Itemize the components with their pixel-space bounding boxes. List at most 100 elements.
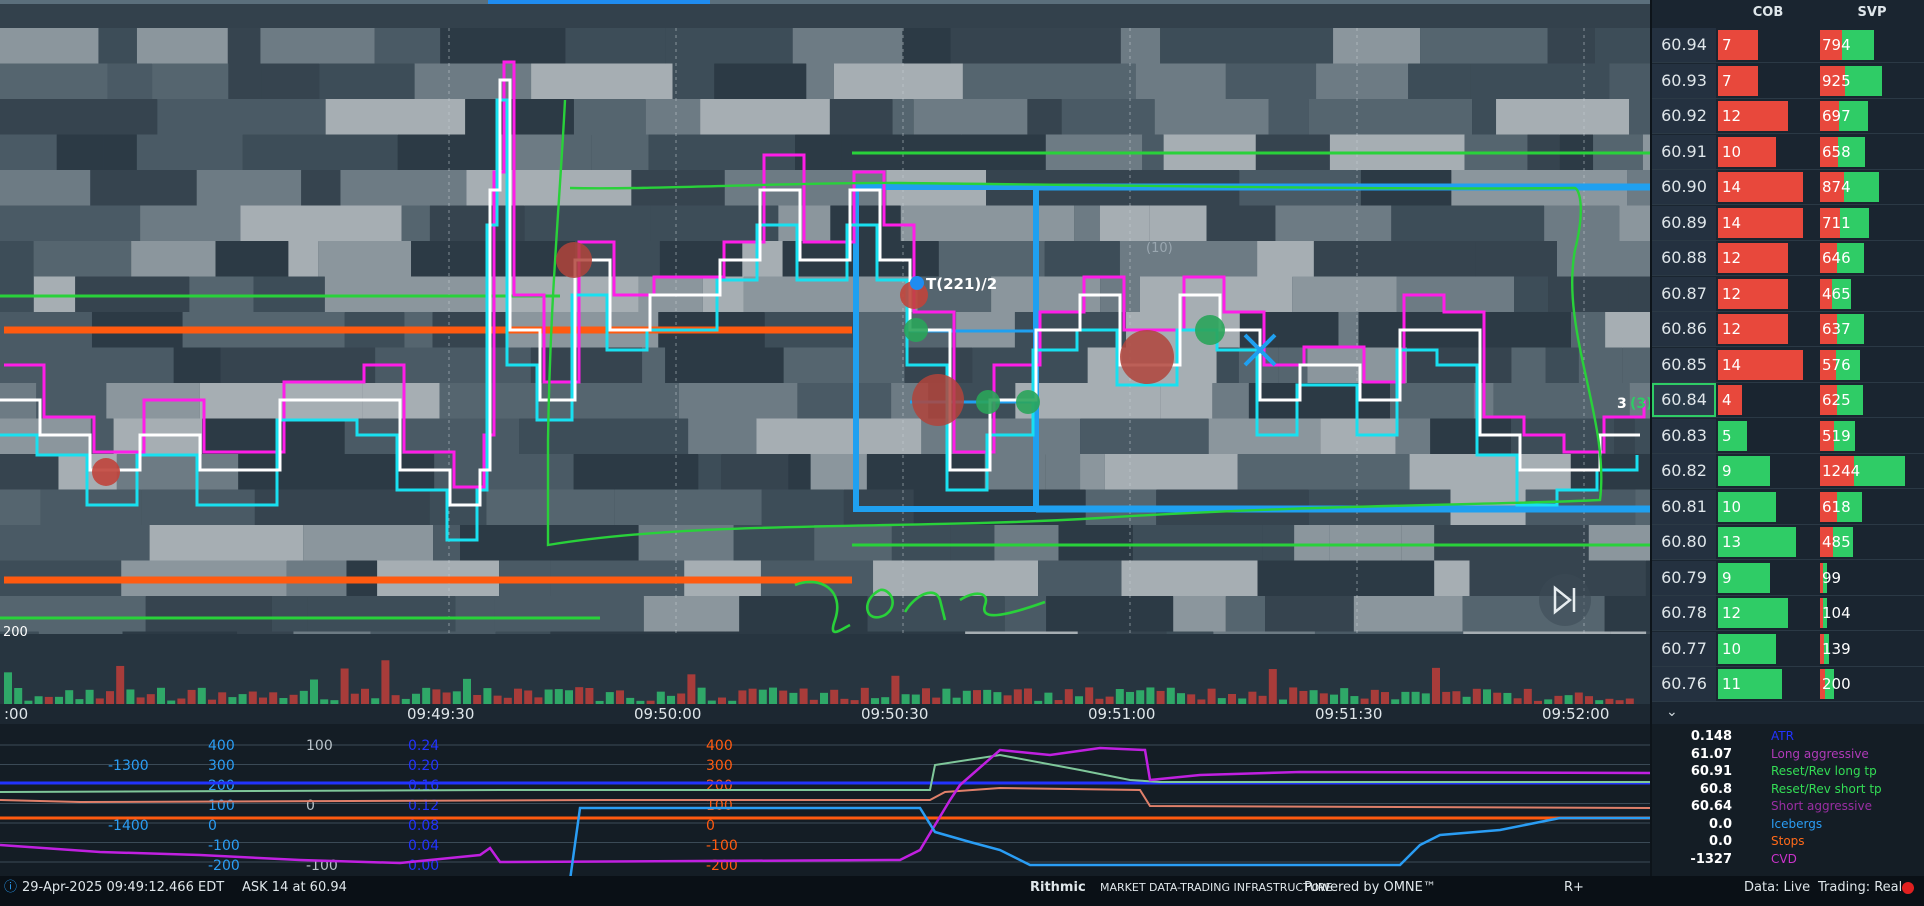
cob-cell[interactable]: 7 (1718, 28, 1818, 62)
volume-bar (248, 691, 257, 704)
rplus-label[interactable]: R+ (1564, 876, 1584, 900)
ladder-row[interactable]: 60.85 14 576 (1652, 347, 1924, 383)
cob-cell[interactable]: 10 (1718, 135, 1818, 169)
cob-cell[interactable]: 10 (1718, 632, 1818, 666)
heatmap-cell (1395, 418, 1431, 455)
cob-cell[interactable]: 9 (1718, 561, 1818, 595)
trade-bubble-sell[interactable] (912, 374, 964, 426)
cob-cell[interactable]: 12 (1718, 596, 1818, 630)
info-icon[interactable]: ⓘ (4, 876, 17, 900)
legend-row: 0.0 Icebergs (1652, 816, 1924, 833)
go-to-latest-button[interactable] (1539, 574, 1591, 626)
time-axis-label: 09:52:00 (1542, 705, 1609, 723)
cob-cell[interactable]: 11 (1718, 667, 1818, 701)
volume-bar (391, 695, 400, 704)
heatmap-chart[interactable]: zone T(221)/2 (10) 3 (3) 200 :0009:49:30… (0, 0, 1650, 906)
heatmap-cell (0, 28, 99, 64)
ladder-price[interactable]: 60.93 (1652, 63, 1716, 98)
heatmap-cell (1061, 99, 1155, 135)
heatmap-cell (873, 560, 1039, 597)
ladder-price[interactable]: 60.91 (1652, 134, 1716, 169)
trade-bubble-buy[interactable] (976, 390, 1000, 414)
cob-cell[interactable]: 5 (1718, 419, 1818, 453)
trade-bubble-sell[interactable] (1120, 330, 1174, 384)
ladder-row[interactable]: 60.81 10 618 (1652, 489, 1924, 525)
svp-value: 711 (1822, 213, 1851, 232)
ladder-price[interactable]: 60.78 (1652, 596, 1716, 630)
ladder-price[interactable]: 60.79 (1652, 560, 1716, 595)
ladder-row[interactable]: 60.76 11 200 (1652, 667, 1924, 702)
cob-cell[interactable]: 7 (1718, 64, 1818, 98)
ladder-price[interactable]: 60.81 (1652, 489, 1716, 524)
ladder-price[interactable]: 60.87 (1652, 276, 1716, 311)
cob-cell[interactable]: 12 (1718, 312, 1818, 346)
ladder-row[interactable]: 60.93 7 925 (1652, 63, 1924, 99)
indicator-axis-label: 0.04 (408, 838, 439, 854)
ladder-row[interactable]: 60.88 12 646 (1652, 241, 1924, 276)
cob-cell[interactable]: 12 (1718, 99, 1818, 133)
ladder-row[interactable]: 60.87 12 465 (1652, 276, 1924, 312)
ladder-price[interactable]: 60.85 (1652, 347, 1716, 382)
ladder-row[interactable]: 60.83 5 519 (1652, 418, 1924, 454)
scrollbar-thumb[interactable] (488, 0, 710, 4)
trade-bubble-buy[interactable] (1016, 390, 1040, 414)
heatmap-cell (0, 525, 150, 561)
collapse-chevron-icon[interactable]: ⌄ (1666, 704, 1678, 720)
ladder-row[interactable]: 60.86 12 637 (1652, 312, 1924, 347)
ladder-price[interactable]: 60.86 (1652, 312, 1716, 346)
cob-value: 10 (1722, 639, 1742, 658)
horizontal-scrollbar[interactable] (0, 0, 1650, 4)
volume-bar (677, 693, 686, 704)
ladder-row[interactable]: 60.92 12 697 (1652, 99, 1924, 134)
ladder-row[interactable]: 60.94 7 794 (1652, 28, 1924, 63)
cob-cell[interactable]: 9 (1718, 454, 1818, 488)
cob-cell[interactable]: 14 (1718, 170, 1818, 204)
heatmap-cell (103, 134, 137, 171)
ladder-row[interactable]: 60.77 10 139 (1652, 631, 1924, 667)
svp-value: 99 (1822, 568, 1842, 587)
ladder-price[interactable]: 60.94 (1652, 28, 1716, 62)
ladder-row[interactable]: 60.84 4 625 (1652, 383, 1924, 418)
cob-cell[interactable]: 10 (1718, 490, 1818, 524)
trade-bubble-sell[interactable] (92, 458, 120, 486)
ladder-price[interactable]: 60.84 (1652, 383, 1716, 417)
cob-cell[interactable]: 4 (1718, 383, 1818, 417)
trade-marker-icon[interactable] (910, 276, 924, 290)
ladder-price[interactable]: 60.88 (1652, 241, 1716, 275)
ladder-price[interactable]: 60.80 (1652, 525, 1716, 559)
svp-cell: 625 (1820, 383, 1924, 417)
ladder-price[interactable]: 60.76 (1652, 667, 1716, 701)
volume-bar (177, 698, 186, 704)
cob-cell[interactable]: 12 (1718, 241, 1818, 275)
indicator-axis-label: 0 (208, 818, 217, 834)
ladder-row[interactable]: 60.90 14 874 (1652, 170, 1924, 205)
ladder-row[interactable]: 60.80 13 485 (1652, 525, 1924, 560)
cob-cell[interactable]: 13 (1718, 525, 1818, 559)
svp-value: 618 (1822, 497, 1851, 516)
trade-bubble-buy[interactable] (1195, 315, 1225, 345)
ladder-row[interactable]: 60.79 9 99 (1652, 560, 1924, 596)
ladder-price[interactable]: 60.82 (1652, 454, 1716, 488)
ladder-row[interactable]: 60.89 14 711 (1652, 205, 1924, 241)
ladder-price[interactable]: 60.92 (1652, 99, 1716, 133)
cob-cell[interactable]: 14 (1718, 206, 1818, 240)
legend-row: -1327 CVD (1652, 851, 1924, 868)
volume-bar (820, 692, 828, 704)
timestamp-label: 29-Apr-2025 09:49:12.466 EDT (22, 880, 225, 895)
ladder-price[interactable]: 60.77 (1652, 631, 1716, 666)
svp-cell: 874 (1820, 170, 1924, 204)
trade-bubble-sell[interactable] (556, 242, 592, 278)
volume-bar (626, 697, 635, 704)
ladder-row[interactable]: 60.78 12 104 (1652, 596, 1924, 631)
ladder-price[interactable]: 60.90 (1652, 170, 1716, 204)
ladder-row[interactable]: 60.91 10 658 (1652, 134, 1924, 170)
trade-bubble-buy[interactable] (904, 318, 928, 342)
ladder-price[interactable]: 60.89 (1652, 205, 1716, 240)
heatmap-cell (994, 525, 1059, 561)
ladder-price[interactable]: 60.83 (1652, 418, 1716, 453)
volume-bar (361, 688, 369, 704)
legend-value: 61.07 (1690, 746, 1732, 762)
ladder-row[interactable]: 60.82 9 1244 (1652, 454, 1924, 489)
cob-cell[interactable]: 14 (1718, 348, 1818, 382)
cob-cell[interactable]: 12 (1718, 277, 1818, 311)
